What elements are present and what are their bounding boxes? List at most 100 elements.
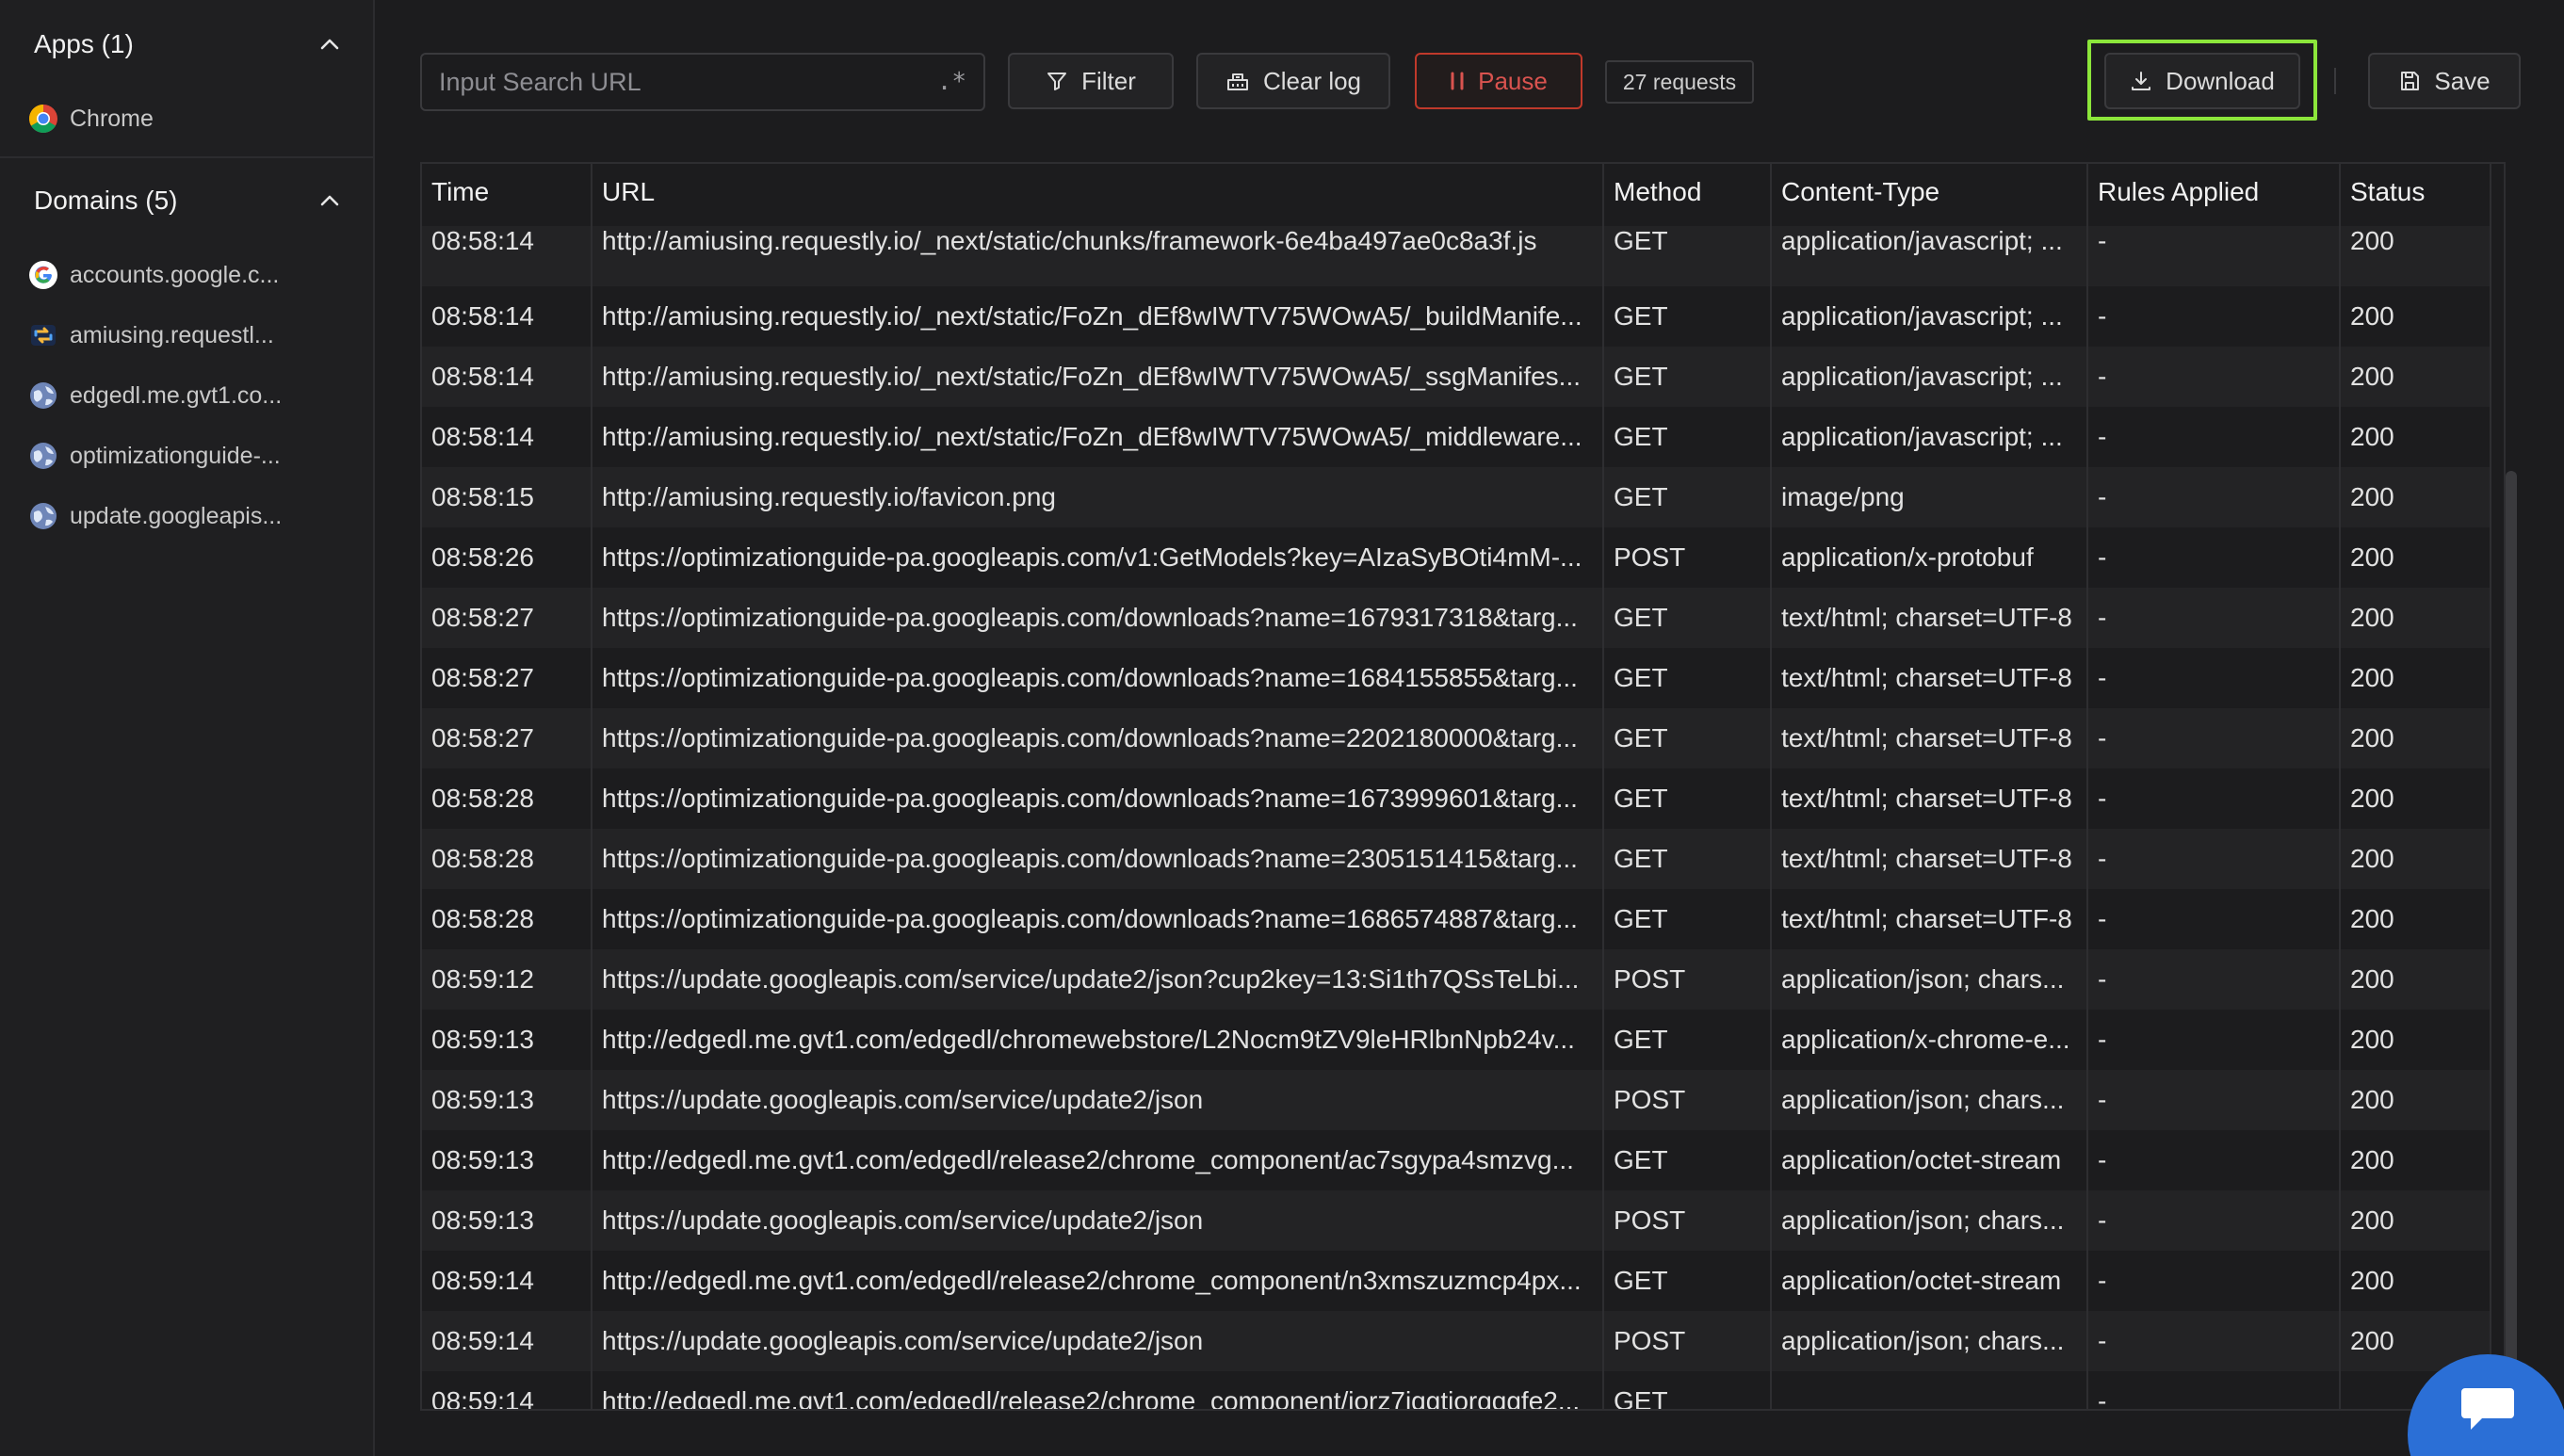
table-row[interactable]: 08:58:15 http://amiusing.requestly.io/fav… <box>422 467 2491 527</box>
cell-url: https://optimizationguide-pa.googleapis.… <box>592 527 1604 588</box>
sidebar-item-domain[interactable]: optimizationguide-... <box>28 433 349 478</box>
cell-time: 08:58:14 <box>422 407 592 467</box>
cell-method: GET <box>1603 588 1772 648</box>
table-row[interactable]: 08:59:14 https://update.googleapis.com/se… <box>422 1311 2491 1371</box>
column-header-method[interactable]: Method <box>1603 164 1772 226</box>
cell-method: GET <box>1603 407 1772 467</box>
table-row[interactable]: 08:58:28 https://optimizationguide-pa.goo… <box>422 829 2491 889</box>
sidebar-item-domain[interactable]: amiusing.requestl... <box>28 313 349 358</box>
table-row[interactable]: 08:59:13 https://update.googleapis.com/se… <box>422 1190 2491 1251</box>
cell-status: 200 <box>2340 829 2491 889</box>
cell-url: http://amiusing.requestly.io/_next/stati… <box>592 407 1604 467</box>
cell-content-type: application/x-chrome-e... <box>1771 1010 2088 1070</box>
requestly-icon <box>28 320 58 350</box>
cell-content-type: application/json; chars... <box>1771 949 2088 1010</box>
cell-method: POST <box>1603 949 1772 1010</box>
column-header-rules-applied[interactable]: Rules Applied <box>2087 164 2341 226</box>
network-inspector-app: Apps (1) Chrome Domains (5) accounts.goo… <box>0 0 2564 1456</box>
cell-rules-applied: - <box>2087 829 2341 889</box>
cell-rules-applied: - <box>2087 648 2341 708</box>
filter-button[interactable]: Filter <box>1008 53 1174 109</box>
filter-label: Filter <box>1081 66 1136 95</box>
apps-section-header[interactable]: Apps (1) <box>0 11 373 77</box>
cell-time: 08:59:12 <box>422 949 592 1010</box>
table-row[interactable]: 08:58:28 https://optimizationguide-pa.goo… <box>422 889 2491 949</box>
table-row[interactable]: 08:58:14 http://amiusing.requestly.io/_ne… <box>422 286 2491 347</box>
pause-button[interactable]: Pause <box>1415 53 1582 109</box>
cell-rules-applied: - <box>2087 467 2341 527</box>
cell-url: https://optimizationguide-pa.googleapis.… <box>592 889 1604 949</box>
cell-url: http://amiusing.requestly.io/_next/stati… <box>592 347 1604 407</box>
table-row[interactable]: 08:58:27 https://optimizationguide-pa.goo… <box>422 648 2491 708</box>
sidebar-item-domain[interactable]: accounts.google.c... <box>28 252 349 298</box>
cell-time: 08:59:13 <box>422 1130 592 1190</box>
table-row[interactable]: 08:58:28 https://optimizationguide-pa.goo… <box>422 768 2491 829</box>
cell-url: https://update.googleapis.com/service/up… <box>592 1311 1604 1371</box>
cell-time: 08:59:14 <box>422 1311 592 1371</box>
table-row[interactable]: 08:59:14 http://edgedl.me.gvt1.com/edgedl… <box>422 1251 2491 1311</box>
table-row[interactable]: 08:59:13 https://update.googleapis.com/se… <box>422 1070 2491 1130</box>
cell-rules-applied: - <box>2087 286 2341 347</box>
cell-content-type: application/octet-stream <box>1771 1130 2088 1190</box>
table-row[interactable]: 08:58:27 https://optimizationguide-pa.goo… <box>422 708 2491 768</box>
cell-content-type: application/javascript; ... <box>1771 286 2088 347</box>
table-row[interactable]: 08:58:14 http://amiusing.requestly.io/_ne… <box>422 226 2491 286</box>
table-scrollbar[interactable] <box>2506 471 2517 1413</box>
search-input[interactable] <box>439 67 937 97</box>
sidebar-item-domain[interactable]: edgedl.me.gvt1.co... <box>28 373 349 418</box>
cell-content-type: application/octet-stream <box>1771 1251 2088 1311</box>
column-header-content-type[interactable]: Content-Type <box>1771 164 2088 226</box>
chevron-up-icon[interactable] <box>318 33 341 56</box>
table-row[interactable]: 08:59:13 http://edgedl.me.gvt1.com/edgedl… <box>422 1130 2491 1190</box>
search-url-field[interactable]: .* <box>420 53 985 111</box>
table-row[interactable]: 08:58:27 https://optimizationguide-pa.goo… <box>422 588 2491 648</box>
cell-method: GET <box>1603 708 1772 768</box>
globe-icon <box>28 441 58 471</box>
cell-content-type: application/json; chars... <box>1771 1311 2088 1371</box>
sidebar-item-domain[interactable]: update.googleapis... <box>28 493 349 539</box>
sidebar-item-label: update.googleapis... <box>70 502 283 529</box>
cell-status: 200 <box>2340 1190 2491 1251</box>
sidebar-item-label: amiusing.requestl... <box>70 321 274 348</box>
cell-time: 08:58:14 <box>422 286 592 347</box>
table-row[interactable]: 08:58:26 https://optimizationguide-pa.goo… <box>422 527 2491 588</box>
cell-status: 200 <box>2340 768 2491 829</box>
save-button[interactable]: Save <box>2368 53 2521 109</box>
cell-content-type: application/javascript; ... <box>1771 407 2088 467</box>
cell-url: https://optimizationguide-pa.googleapis.… <box>592 588 1604 648</box>
clear-log-label: Clear log <box>1262 66 1362 95</box>
sidebar-item-label: accounts.google.c... <box>70 261 280 288</box>
table-row[interactable]: 08:59:14 http://edgedl.me.gvt1.com/edgedl… <box>422 1371 2491 1409</box>
clear-icon <box>1226 73 1248 90</box>
clear-log-button[interactable]: Clear log <box>1196 53 1390 109</box>
cell-method: GET <box>1603 1010 1772 1070</box>
table-row[interactable]: 08:58:14 http://amiusing.requestly.io/_ne… <box>422 347 2491 407</box>
cell-content-type <box>1771 1371 2088 1409</box>
cell-content-type: text/html; charset=UTF-8 <box>1771 708 2088 768</box>
cell-rules-applied: - <box>2087 708 2341 768</box>
cell-time: 08:59:13 <box>422 1070 592 1130</box>
download-button[interactable]: Download <box>2104 53 2300 109</box>
domains-section-header[interactable]: Domains (5) <box>0 168 373 234</box>
cell-method: GET <box>1603 829 1772 889</box>
cell-time: 08:58:28 <box>422 889 592 949</box>
cell-method: POST <box>1603 1190 1772 1251</box>
table-row[interactable]: 08:59:12 https://update.googleapis.com/se… <box>422 949 2491 1010</box>
cell-status: 200 <box>2340 467 2491 527</box>
column-header-time[interactable]: Time <box>422 164 592 226</box>
cell-time: 08:58:27 <box>422 588 592 648</box>
request-count-badge: 27 requests <box>1605 60 1754 104</box>
sidebar-item-chrome[interactable]: Chrome <box>28 96 349 141</box>
chevron-up-icon[interactable] <box>318 189 341 212</box>
cell-rules-applied: - <box>2087 768 2341 829</box>
domains-section-title: Domains (5) <box>34 186 178 215</box>
column-header-url[interactable]: URL <box>592 164 1604 226</box>
cell-content-type: text/html; charset=UTF-8 <box>1771 648 2088 708</box>
regex-toggle[interactable]: .* <box>937 68 966 96</box>
table-row[interactable]: 08:59:13 http://edgedl.me.gvt1.com/edgedl… <box>422 1010 2491 1070</box>
sidebar: Apps (1) Chrome Domains (5) accounts.goo… <box>0 0 375 1456</box>
cell-status: 200 <box>2340 1130 2491 1190</box>
cell-time: 08:59:14 <box>422 1251 592 1311</box>
column-header-status[interactable]: Status <box>2340 164 2491 226</box>
table-row[interactable]: 08:58:14 http://amiusing.requestly.io/_ne… <box>422 407 2491 467</box>
